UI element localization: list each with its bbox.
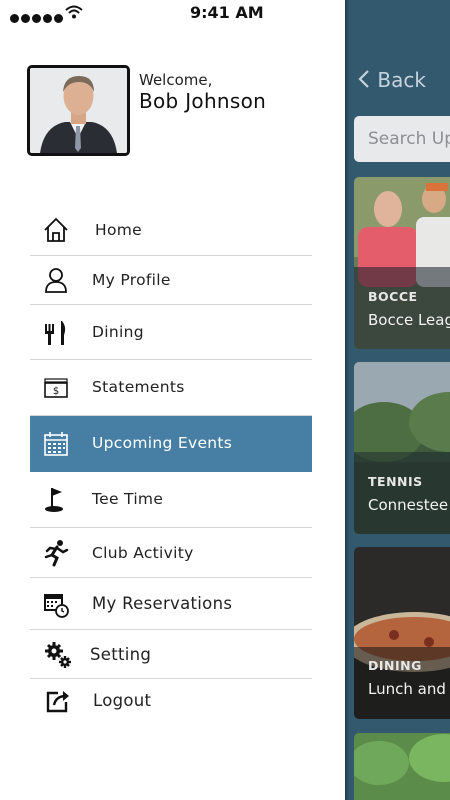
statement-icon: $ xyxy=(44,378,68,398)
status-time: 9:41 AM xyxy=(190,3,264,22)
dining-icon xyxy=(45,321,66,345)
menu-item-my-profile[interactable]: My Profile xyxy=(30,256,312,305)
menu-item-label: Upcoming Events xyxy=(92,434,233,452)
event-card-tennis[interactable]: TENNIS Connestee xyxy=(354,362,450,534)
wifi-icon xyxy=(65,5,83,19)
menu-item-dining[interactable]: Dining xyxy=(30,305,312,360)
menu-item-setting[interactable]: Setting xyxy=(30,630,312,679)
menu-item-label: Home xyxy=(95,221,142,239)
drawer-shadow xyxy=(345,0,349,800)
search-input[interactable]: Search Up xyxy=(354,116,450,162)
user-name: Bob Johnson xyxy=(139,89,267,113)
profile-photo xyxy=(30,68,127,153)
user-icon xyxy=(45,268,67,293)
chevron-left-icon xyxy=(357,68,377,92)
back-button[interactable]: Back xyxy=(357,68,426,92)
menu-item-home[interactable]: Home xyxy=(30,204,312,256)
card-category: DINING xyxy=(368,658,422,673)
running-icon xyxy=(44,540,69,567)
gears-icon xyxy=(45,642,71,668)
card-title: Bocce Leag xyxy=(368,311,450,329)
status-bar: 9:41 AM xyxy=(0,0,345,28)
svg-text:$: $ xyxy=(53,386,59,397)
menu-item-label: My Profile xyxy=(92,271,171,289)
menu-item-upcoming-events[interactable]: Upcoming Events xyxy=(30,416,312,472)
menu-item-label: Dining xyxy=(92,323,144,341)
event-card-bocce[interactable]: BOCCE Bocce Leag xyxy=(354,177,450,349)
event-card-dining[interactable]: DINING Lunch and xyxy=(354,547,450,719)
event-card-partial[interactable] xyxy=(354,733,450,800)
menu-item-label: My Reservations xyxy=(92,594,233,613)
card-title: Connestee xyxy=(368,496,449,514)
menu-item-label: Club Activity xyxy=(92,544,194,562)
menu-item-label: Setting xyxy=(90,645,152,664)
menu-item-label: Logout xyxy=(93,691,152,710)
menu-item-my-reservations[interactable]: My Reservations xyxy=(30,578,312,630)
logout-icon xyxy=(46,691,69,713)
welcome-text: Welcome, xyxy=(139,71,213,89)
menu-item-label: Statements xyxy=(92,378,185,396)
back-label: Back xyxy=(377,68,426,92)
menu-item-statements[interactable]: $ Statements xyxy=(30,360,312,416)
golf-flag-icon xyxy=(45,488,63,512)
background-events-screen: Back Search Up BOCCE Bocce Leag TENNIS C… xyxy=(345,0,450,800)
trees-photo xyxy=(354,733,450,800)
card-title: Lunch and xyxy=(368,680,446,698)
calendar-icon xyxy=(44,432,68,456)
card-category: TENNIS xyxy=(368,474,423,489)
menu-item-label: Tee Time xyxy=(92,490,164,508)
reservation-calendar-icon xyxy=(44,594,69,618)
home-icon xyxy=(44,217,68,242)
menu-item-tee-time[interactable]: Tee Time xyxy=(30,472,312,528)
card-category: BOCCE xyxy=(368,289,418,304)
menu-item-club-activity[interactable]: Club Activity xyxy=(30,528,312,578)
menu-item-logout[interactable]: Logout xyxy=(30,679,312,723)
signal-strength-icon xyxy=(10,8,65,27)
avatar[interactable] xyxy=(27,65,130,156)
